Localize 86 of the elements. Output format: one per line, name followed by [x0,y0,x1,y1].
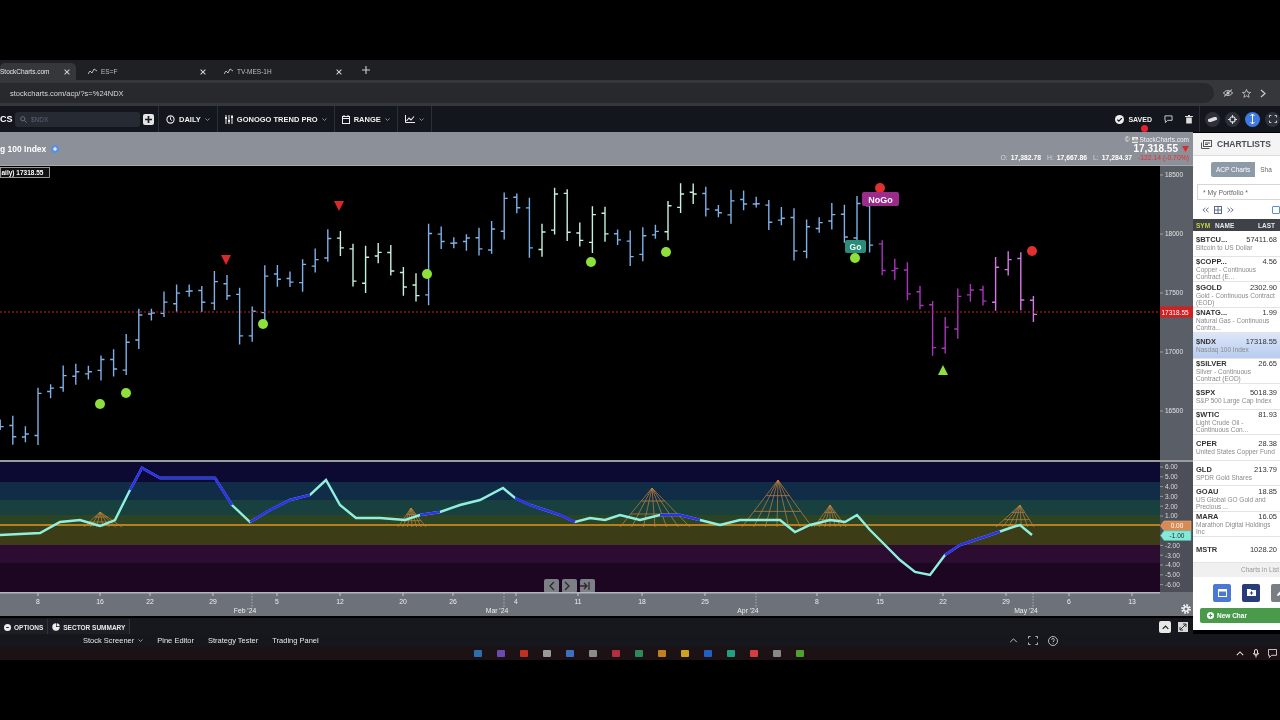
circle-marker-icon [850,253,860,263]
grid-icon[interactable] [1214,206,1222,214]
search-icon [20,115,27,123]
up-triangle-marker-icon [938,365,948,375]
fan-drawing [83,511,123,528]
fan-drawing [397,507,427,528]
caret-icon [384,117,390,121]
help-icon[interactable] [1048,635,1058,646]
circle-marker-icon [1027,246,1037,256]
chevron-up-icon [1161,624,1169,630]
check-circle-icon [1115,114,1125,124]
add-symbol-button[interactable] [143,113,154,125]
comment-icon [1164,115,1173,123]
clock-icon [166,114,175,124]
plus-circle-icon [1207,611,1214,619]
caret-icon [204,117,210,121]
scroll-left-button[interactable] [544,579,559,593]
window-icon [1217,588,1227,597]
close-icon[interactable] [336,68,342,75]
trash-icon [1185,114,1193,124]
fullscreen-button[interactable] [1265,111,1280,127]
add-folder-button[interactable] [1242,583,1260,602]
scroll-right-button[interactable] [562,579,577,593]
pie-chart-icon [52,623,61,631]
expand-icon [1178,622,1188,632]
collapse-button[interactable] [1159,621,1171,633]
circle-marker-icon [661,247,671,257]
chartlist-icon [1201,139,1212,149]
chevron-up-icon[interactable] [1009,638,1018,643]
calendar-icon [341,114,350,124]
caret-icon [321,117,327,121]
screenshot-icon[interactable] [1028,636,1038,645]
ruler-icon [1208,116,1217,122]
line-chart-icon [404,115,415,123]
notification-icon[interactable] [1268,649,1277,658]
brand-text: CS [0,114,14,124]
caret-icon [418,117,424,121]
last-price: 17,318.55 [1133,143,1178,154]
circle-marker-icon [121,388,131,398]
chevron-left-icon [549,581,555,591]
measure-button[interactable] [1205,111,1220,127]
star-icon[interactable] [1242,88,1251,98]
circle-marker-icon [875,183,885,193]
double-right-icon[interactable] [1227,207,1234,213]
cursor-dot-icon [1141,125,1148,132]
microphone-icon[interactable] [1253,649,1259,658]
down-triangle-marker-icon [334,201,344,211]
fan-drawing [995,504,1035,528]
caret-icon [138,639,144,642]
options-icon [4,623,11,631]
scroll-to-end-button[interactable] [579,579,595,593]
sliders-icon [224,114,233,124]
chart-favicon-icon [224,68,233,75]
eye-off-icon[interactable] [1223,89,1233,97]
settings-icon[interactable] [1181,604,1191,614]
vertical-arrows-button[interactable] [1245,111,1260,127]
add-circle-icon[interactable] [51,144,60,153]
circle-marker-icon [422,269,432,279]
down-triangle-marker-icon [221,255,231,265]
crosshair-icon [1228,114,1237,124]
go-signal-label: Go [845,240,866,253]
panel-title: CHARTLISTS [1217,139,1271,149]
chevron-right-icon [564,581,570,591]
folder-plus-icon [1246,589,1256,596]
fan-drawing [619,487,691,528]
double-left-icon[interactable] [1202,207,1209,213]
crosshair-button[interactable] [1225,111,1240,127]
circle-marker-icon [95,399,105,409]
chevron-up-icon[interactable] [1236,651,1244,656]
circle-marker-icon [258,319,268,329]
circle-marker-icon [586,257,596,267]
chart-title: g 100 Index [0,143,47,154]
nogo-signal-label: NoGo [862,192,899,206]
select-all-checkbox[interactable] [1272,206,1280,214]
fullscreen-icon [1268,115,1277,123]
chart-logo-icon [1131,136,1138,143]
chart-favicon-icon [88,68,97,75]
close-icon[interactable] [200,68,206,75]
new-tab-icon[interactable] [362,66,370,74]
vertical-arrows-icon [1250,114,1255,124]
expand-button[interactable] [1177,621,1189,633]
arrow-to-end-icon [579,581,590,591]
chart-view-button[interactable] [1213,583,1231,602]
close-icon[interactable] [64,68,70,75]
plus-icon [145,115,152,123]
chevron-right-icon[interactable] [1260,88,1266,98]
